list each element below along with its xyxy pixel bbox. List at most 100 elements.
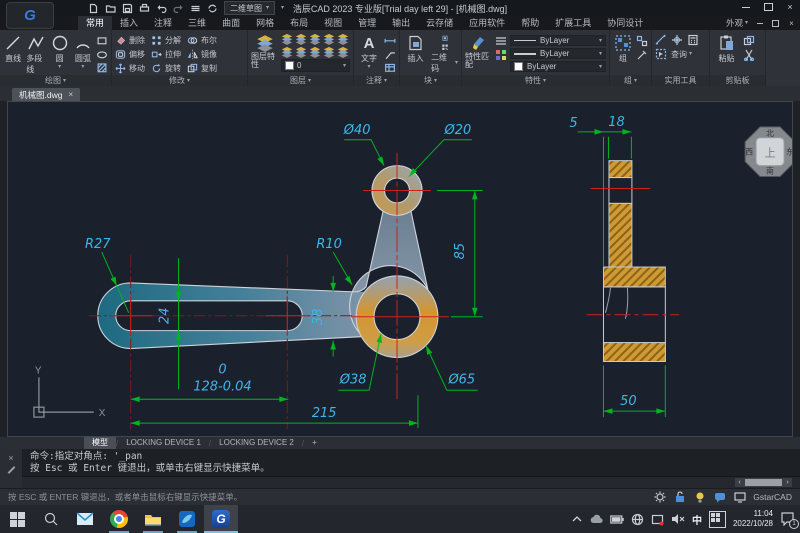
battery-icon[interactable] [610, 514, 624, 524]
command-window[interactable]: × 命令:指定对角点: '_pan 按 Esc 或 Enter 键退出，或单击右… [0, 449, 800, 488]
tab-view[interactable]: 视图 [316, 16, 350, 30]
sync-icon[interactable] [207, 3, 218, 14]
doc-close-button[interactable]: × [787, 19, 796, 28]
tab-mesh[interactable]: 网格 [248, 16, 282, 30]
tab-home[interactable]: 常用 [78, 16, 113, 30]
layer-tool-icon[interactable] [281, 46, 293, 58]
print-icon[interactable] [139, 3, 150, 14]
taskbar-blue-app-button[interactable] [170, 505, 204, 533]
tray-expand-icon[interactable] [572, 515, 582, 523]
panel-label-clipboard[interactable]: 剪贴板 [710, 75, 765, 86]
workspace-select[interactable]: 二维草图 ▾ [224, 1, 276, 15]
network-globe-icon[interactable] [631, 513, 644, 526]
command-history[interactable]: 命令:指定对角点: '_pan 按 Esc 或 Enter 键退出，或单击右键显… [30, 451, 270, 475]
new-file-icon[interactable] [88, 3, 99, 14]
layer-tool-icon[interactable] [295, 46, 307, 58]
minimize-button[interactable] [740, 2, 752, 12]
boolean-button[interactable]: 布尔 [187, 34, 217, 47]
copy-button[interactable]: 复制 [187, 62, 217, 75]
rotate-button[interactable]: 旋转 [151, 62, 181, 75]
ime-mode-icon[interactable] [708, 510, 726, 528]
match-properties-button[interactable]: 特性匹配 [465, 32, 492, 74]
explode-button[interactable]: 分解 [151, 34, 181, 47]
calculator-icon[interactable] [687, 34, 699, 46]
rectangle-tool-icon[interactable] [96, 35, 108, 47]
start-button[interactable] [0, 505, 34, 533]
measure-distance-icon[interactable] [655, 34, 667, 46]
layout-tab-model[interactable]: 模型 [84, 437, 116, 449]
line-button[interactable]: 直线 [3, 32, 23, 74]
color-select[interactable]: ByLayer ▾ [510, 61, 606, 72]
tab-help[interactable]: 帮助 [513, 16, 547, 30]
tab-cloud[interactable]: 云存储 [418, 16, 461, 30]
close-button[interactable]: × [784, 2, 796, 12]
dimension-tool-icon[interactable] [384, 35, 396, 47]
notification-center-button[interactable]: 1 [780, 511, 799, 529]
copy-clip-icon[interactable] [743, 35, 755, 47]
volume-muted-icon[interactable] [671, 513, 685, 525]
screenshot-tool-icon[interactable] [651, 513, 664, 526]
layout-tab-add[interactable]: + [304, 437, 325, 449]
restore-button[interactable] [762, 2, 774, 12]
layout-tab-2[interactable]: LOCKING DEVICE 2 [211, 437, 302, 449]
stretch-button[interactable]: 拉伸 [151, 48, 181, 61]
taskbar-chrome-button[interactable] [102, 505, 136, 533]
viewcube-west-label[interactable]: 西 [745, 148, 753, 157]
viewcube[interactable]: 上 北 南 西 东 [744, 126, 792, 178]
document-tab[interactable]: 机械图.dwg × [12, 88, 81, 101]
part-front-view[interactable] [97, 165, 439, 359]
ellipse-tool-icon[interactable] [96, 49, 108, 61]
layer-tool-icon[interactable] [281, 33, 293, 45]
scrollbar-thumb[interactable] [745, 479, 782, 486]
create-block-icon[interactable] [439, 35, 451, 42]
panel-label-block[interactable]: 块 ▾ [400, 75, 461, 86]
mirror-button[interactable]: 镜像 [187, 48, 217, 61]
part-side-view[interactable] [602, 160, 666, 362]
tab-annotate[interactable]: 注释 [146, 16, 180, 30]
taskbar-search-button[interactable] [34, 505, 68, 533]
insert-block-button[interactable]: 插入 [403, 32, 428, 74]
linetype-list-icon[interactable] [495, 35, 507, 47]
command-close-icon[interactable]: × [8, 453, 13, 463]
open-file-icon[interactable] [105, 3, 116, 14]
linetype-select[interactable]: ByLayer ▾ [510, 35, 606, 46]
monitor-icon[interactable] [733, 490, 747, 504]
taskbar-mail-button[interactable] [68, 505, 102, 533]
horizontal-scrollbar[interactable]: ‹ › [735, 478, 792, 487]
qrcode-icon[interactable] [439, 44, 451, 51]
leader-tool-icon[interactable] [384, 49, 396, 61]
tab-surface[interactable]: 曲面 [214, 16, 248, 30]
lineweight-select[interactable]: ByLayer ▾ [510, 48, 606, 59]
ime-language-indicator[interactable]: 中 [692, 512, 702, 527]
hatch-tool-icon[interactable] [96, 62, 108, 74]
cut-icon[interactable] [743, 49, 755, 61]
tab-close-icon[interactable]: × [68, 90, 73, 99]
tab-express[interactable]: 扩展工具 [547, 16, 599, 30]
lock-unlock-icon[interactable] [673, 490, 687, 504]
doc-restore-button[interactable] [771, 19, 780, 28]
group-edit-icon[interactable] [636, 49, 648, 61]
app-logo[interactable]: G [6, 2, 54, 29]
text-button[interactable]: A 文字 ▾ [357, 32, 381, 74]
layer-tool-icon[interactable] [309, 33, 321, 45]
drawing-canvas[interactable]: Ø40 Ø20 R27 R10 Ø38 Ø65 0 128-0.04 215 5… [8, 102, 792, 436]
arc-button[interactable]: 圆弧 ▾ [73, 32, 93, 74]
group-button[interactable]: 组 [613, 32, 633, 74]
redo-icon[interactable] [173, 3, 184, 14]
panel-label-draw[interactable]: 绘图 ▾ [0, 75, 111, 86]
taskbar-explorer-button[interactable] [136, 505, 170, 533]
panel-label-modify[interactable]: 修改 ▾ [112, 75, 247, 86]
scroll-left-icon[interactable]: ‹ [735, 478, 744, 487]
layer-tool-icon[interactable] [337, 46, 349, 58]
color-grid-icon[interactable] [495, 49, 507, 61]
layout-tab-1[interactable]: LOCKING DEVICE 1 [118, 437, 209, 449]
layer-select[interactable]: 0 ▾ [281, 59, 350, 72]
cloud-icon[interactable] [589, 514, 603, 524]
panel-label-utilities[interactable]: 实用工具 [652, 75, 709, 86]
tab-manage[interactable]: 管理 [350, 16, 384, 30]
save-icon[interactable] [122, 3, 133, 14]
panel-label-properties[interactable]: 特性 ▾ [462, 75, 609, 86]
drawing-viewport[interactable]: Ø40 Ø20 R27 R10 Ø38 Ø65 0 128-0.04 215 5… [7, 101, 793, 437]
polyline-button[interactable]: 多段线▾ [26, 32, 46, 81]
quick-select-icon[interactable] [655, 48, 667, 60]
